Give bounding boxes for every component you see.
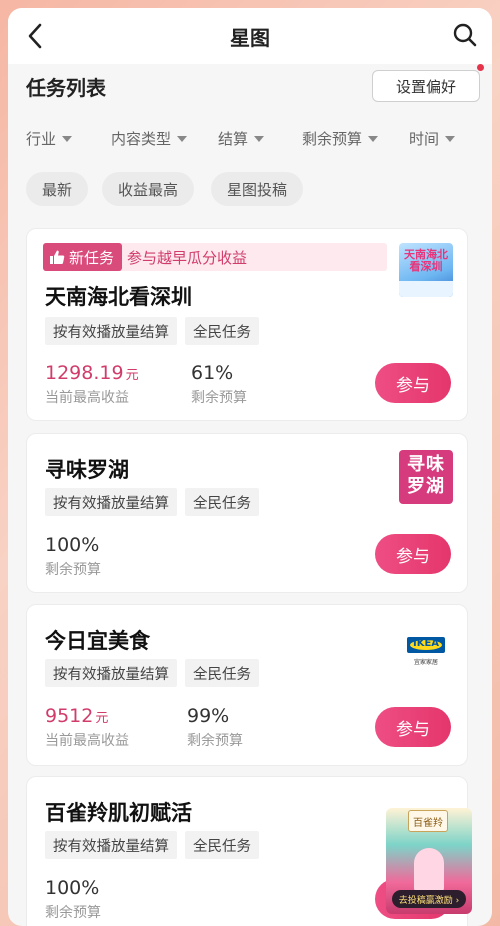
task-title: 天南海北看深圳 [45, 285, 192, 309]
ikea-sub-text: 宜家家居 [413, 659, 438, 666]
thumbnail-skyline [399, 281, 453, 297]
tag-type: 全民任务 [185, 831, 259, 859]
filter-remaining-budget[interactable]: 剩余预算 [302, 128, 379, 149]
task-card[interactable]: IKEA 宜家家居 今日宜美食 按有效播放量结算 全民任务 9512 元 当前最高… [26, 604, 468, 766]
task-card[interactable]: 新任务 参与越早瓜分收益 天南海北看深圳 天南海北看深圳 按有效播放量结算 全民… [26, 228, 468, 421]
task-list-header: 任务列表 设置偏好 [8, 64, 492, 114]
budget-value: 61% [191, 362, 234, 384]
task-thumbnail: IKEA 宜家家居 [399, 623, 453, 677]
thumbs-up-icon [50, 250, 65, 264]
banner-text: 参与越早瓜分收益 [127, 249, 248, 267]
task-title: 寻味罗湖 [45, 458, 129, 482]
chip-xingtu-submission[interactable]: 星图投稿 [211, 172, 304, 206]
tag-settlement: 按有效播放量结算 [45, 488, 177, 516]
join-button[interactable]: 参与 [375, 707, 451, 747]
new-task-badge: 新任务 [43, 243, 123, 271]
budget-label: 剩余预算 [45, 905, 101, 921]
section-title: 任务列表 [26, 76, 106, 100]
tag-settlement: 按有效播放量结算 [45, 831, 177, 859]
task-title: 今日宜美食 [45, 629, 150, 653]
task-tags: 按有效播放量结算 全民任务 [45, 831, 259, 859]
earning-number: 9512 [45, 705, 94, 727]
filter-label: 剩余预算 [302, 130, 363, 148]
tag-type: 全民任务 [185, 317, 259, 345]
filter-industry[interactable]: 行业 [26, 128, 73, 149]
app-frame: 星图 任务列表 设置偏好 行业 内容类型 结算 剩余预算 时间 最新 收益最高 … [8, 8, 492, 926]
new-task-banner: 新任务 参与越早瓜分收益 [43, 243, 387, 271]
join-button[interactable]: 参与 [375, 363, 451, 403]
caret-down-icon [62, 135, 73, 142]
filter-settlement[interactable]: 结算 [218, 128, 265, 149]
notification-dot [477, 64, 484, 71]
max-earning-value: 1298.19 元 [45, 362, 139, 384]
budget-value: 100% [45, 877, 100, 899]
filter-label: 时间 [409, 130, 440, 148]
chip-latest[interactable]: 最新 [26, 172, 89, 206]
tag-settlement: 按有效播放量结算 [45, 317, 177, 345]
budget-label: 剩余预算 [191, 390, 247, 406]
thumbnail-title: 寻味罗湖 [407, 454, 445, 497]
filter-bar: 行业 内容类型 结算 剩余预算 时间 [8, 120, 492, 156]
back-arrow-icon[interactable] [24, 22, 48, 50]
join-button[interactable]: 参与 [375, 534, 451, 574]
task-title: 百雀羚肌初赋活 [45, 801, 192, 825]
max-earning-value: 9512 元 [45, 705, 108, 727]
set-preference-button[interactable]: 设置偏好 [372, 70, 480, 102]
page-title: 星图 [230, 25, 270, 50]
tag-settlement: 按有效播放量结算 [45, 659, 177, 687]
promo-brand-label: 百雀羚 [408, 810, 448, 832]
filter-content-type[interactable]: 内容类型 [111, 128, 188, 149]
budget-label: 剩余预算 [187, 733, 243, 749]
budget-value: 100% [45, 534, 100, 556]
caret-down-icon [445, 135, 456, 142]
ikea-logo-box: IKEA [407, 637, 445, 653]
search-icon[interactable] [452, 22, 478, 48]
task-card[interactable]: 寻味罗湖 寻味罗湖 按有效播放量结算 全民任务 100% 剩余预算 参与 [26, 433, 468, 593]
top-bar: 星图 [8, 8, 492, 64]
max-earning-label: 当前最高收益 [45, 390, 129, 406]
filter-label: 行业 [26, 130, 57, 148]
tag-type: 全民任务 [185, 488, 259, 516]
task-thumbnail: 寻味罗湖 [399, 450, 453, 504]
task-tags: 按有效播放量结算 全民任务 [45, 659, 259, 687]
filter-time[interactable]: 时间 [409, 128, 456, 149]
floating-promo-widget[interactable]: 百雀羚 去投稿赢激励 › [386, 808, 472, 914]
earning-unit: 元 [125, 368, 139, 383]
ikea-logo-text: IKEA [412, 638, 440, 649]
badge-label: 新任务 [69, 248, 115, 267]
max-earning-label: 当前最高收益 [45, 733, 129, 749]
budget-label: 剩余预算 [45, 562, 101, 578]
filter-label: 结算 [218, 130, 249, 148]
caret-down-icon [177, 135, 188, 142]
caret-down-icon [368, 135, 379, 142]
task-tags: 按有效播放量结算 全民任务 [45, 488, 259, 516]
sort-chips: 最新 收益最高 星图投稿 [8, 170, 492, 210]
caret-down-icon [254, 135, 265, 142]
submit-promo-button[interactable]: 去投稿赢激励 › [392, 890, 466, 908]
filter-label: 内容类型 [111, 130, 172, 148]
task-tags: 按有效播放量结算 全民任务 [45, 317, 259, 345]
budget-value: 99% [187, 705, 230, 727]
task-thumbnail: 天南海北看深圳 [399, 243, 453, 297]
tag-type: 全民任务 [185, 659, 259, 687]
thumbnail-title: 天南海北看深圳 [404, 248, 448, 273]
earning-unit: 元 [95, 711, 109, 726]
promo-figure [414, 848, 444, 892]
earning-number: 1298.19 [45, 362, 124, 384]
chip-highest-earning[interactable]: 收益最高 [102, 172, 195, 206]
